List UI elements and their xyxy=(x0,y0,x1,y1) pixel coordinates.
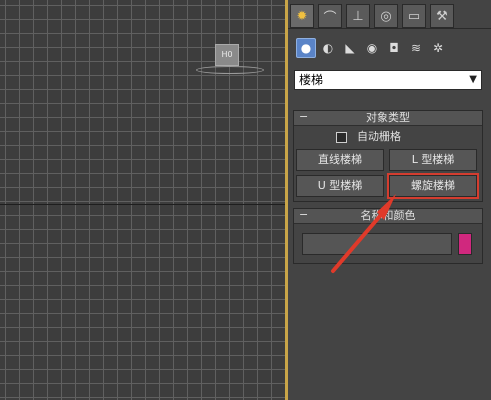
geometry-button[interactable]: ● xyxy=(296,38,316,58)
dropdown-value: 楼梯 xyxy=(299,73,324,87)
modify-tab[interactable]: ⌒ xyxy=(318,4,342,28)
shapes-button[interactable]: ◐ xyxy=(318,38,338,58)
target-icon: ◎ xyxy=(380,8,392,24)
autogrid-label: 自动栅格 xyxy=(357,130,401,143)
curve-icon: ⌒ xyxy=(323,10,337,26)
hammer-icon: ⚒ xyxy=(436,8,448,24)
name-color-rollout: − 名称和颜色 xyxy=(293,208,483,264)
collapse-icon: − xyxy=(299,110,309,123)
helpers-icon: ◘ xyxy=(389,41,399,55)
shapes-icon: ◐ xyxy=(322,41,334,55)
create-tab[interactable]: ✹ xyxy=(290,4,314,28)
collapse-icon: − xyxy=(299,208,309,221)
u-type-stair-button[interactable]: U 型楼梯 xyxy=(296,175,384,197)
viewport-perspective[interactable]: H0 xyxy=(0,0,285,400)
viewcube[interactable]: H0 xyxy=(215,44,239,66)
viewcube-ring[interactable] xyxy=(196,66,264,74)
category-dropdown[interactable]: 楼梯 ▼ xyxy=(294,70,482,90)
spiral-stair-button[interactable]: 螺旋楼梯 xyxy=(387,173,479,199)
tab-divider xyxy=(288,28,491,29)
cameras-button[interactable]: ◉ xyxy=(362,38,382,58)
motion-tab[interactable]: ◎ xyxy=(374,4,398,28)
autogrid-checkbox[interactable] xyxy=(336,131,347,143)
command-panel: ✹ ⌒ ⊥ ◎ ▭ ⚒ ● ◐ ◣ ◉ ◘ ≋ ✲ 楼梯 ▼ − 对象类型 自动… xyxy=(288,0,491,400)
utilities-tab[interactable]: ⚒ xyxy=(430,4,454,28)
spacewarps-icon: ≋ xyxy=(410,41,422,55)
systems-icon: ✲ xyxy=(432,41,444,55)
l-type-stair-button[interactable]: L 型楼梯 xyxy=(389,149,477,171)
sun-icon: ✹ xyxy=(296,8,308,24)
lights-icon: ◣ xyxy=(345,41,355,55)
object-type-header[interactable]: − 对象类型 xyxy=(294,110,482,126)
systems-button[interactable]: ✲ xyxy=(428,38,448,58)
hierarchy-icon: ⊥ xyxy=(352,8,364,24)
lights-button[interactable]: ◣ xyxy=(340,38,360,58)
chevron-down-icon: ▼ xyxy=(469,74,477,85)
monitor-icon: ▭ xyxy=(407,8,421,24)
helpers-button[interactable]: ◘ xyxy=(384,38,404,58)
name-color-header[interactable]: − 名称和颜色 xyxy=(294,208,482,224)
viewport-axis-line xyxy=(0,204,285,205)
object-color-swatch[interactable] xyxy=(458,233,472,255)
name-color-title: 名称和颜色 xyxy=(360,209,416,222)
object-name-input[interactable] xyxy=(302,233,452,255)
spacewarps-button[interactable]: ≋ xyxy=(406,38,426,58)
hierarchy-tab[interactable]: ⊥ xyxy=(346,4,370,28)
cameras-icon: ◉ xyxy=(366,41,378,55)
straight-stair-button[interactable]: 直线楼梯 xyxy=(296,149,384,171)
viewcube-label: H0 xyxy=(221,50,233,59)
autogrid-row[interactable]: 自动栅格 xyxy=(336,130,401,144)
command-panel-tabs: ✹ ⌒ ⊥ ◎ ▭ ⚒ xyxy=(288,4,491,30)
geometry-icon: ● xyxy=(300,41,312,55)
object-type-title: 对象类型 xyxy=(366,111,410,124)
object-type-rollout: − 对象类型 自动栅格 直线楼梯 L 型楼梯 U 型楼梯 螺旋楼梯 xyxy=(293,110,483,202)
display-tab[interactable]: ▭ xyxy=(402,4,426,28)
